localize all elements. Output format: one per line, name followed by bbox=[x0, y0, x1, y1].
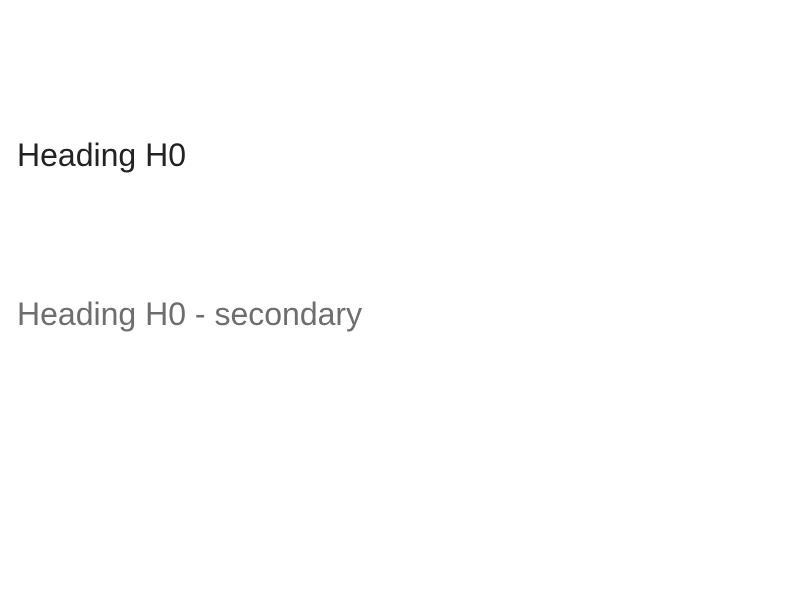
heading-h0-secondary: Heading H0 - secondary bbox=[17, 296, 363, 332]
heading-h0-primary: Heading H0 bbox=[17, 137, 186, 173]
page-canvas: Heading H0 Heading H0 - secondary bbox=[0, 0, 800, 600]
